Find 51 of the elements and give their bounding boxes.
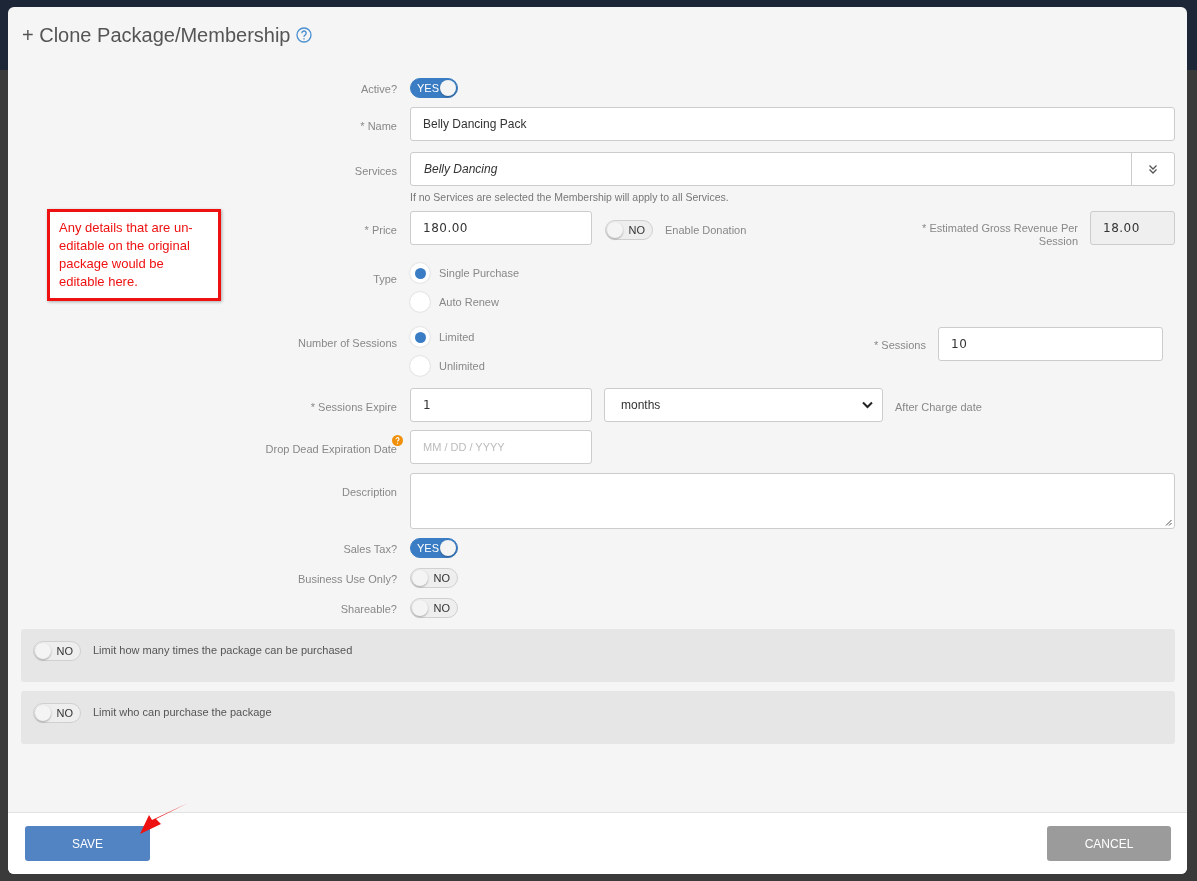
field-label: * Estimated Gross Revenue Per Session — [921, 222, 1078, 248]
field-label: Sales Tax? — [343, 542, 397, 555]
services-hint: If no Services are selected the Membership will apply to all Services. — [410, 191, 730, 203]
description-field[interactable] — [410, 473, 1175, 529]
annotation-callout: Any details that are un-editable on the original package would be editable here. — [47, 209, 221, 301]
field-label: Active? — [360, 82, 397, 95]
limit-toggle[interactable]: NO — [33, 641, 81, 661]
radio-button[interactable] — [410, 292, 430, 312]
radio-label: Auto Renew — [439, 296, 499, 308]
name-field[interactable]: Belly Dancing Pack — [410, 107, 1175, 141]
field-label: * Sessions — [874, 338, 926, 351]
radio-button[interactable] — [410, 263, 430, 283]
field-label: * Name — [360, 120, 397, 132]
dialog-title: + Clone Package/Membership — [22, 23, 291, 47]
limit-label: Limit who can purchase the package — [93, 706, 272, 718]
expire-field[interactable]: 1 — [410, 388, 592, 422]
field-label: * Price — [364, 224, 397, 236]
field-label: * Sessions Expire — [310, 401, 397, 413]
donation-toggle[interactable]: NO — [605, 220, 653, 240]
field-label: Business Use Only? — [297, 572, 397, 585]
field-label: Drop Dead Expiration Date — [265, 443, 397, 455]
active-toggle[interactable]: YES — [410, 78, 458, 98]
unit-select[interactable]: months — [604, 388, 883, 422]
field-label: Shareable? — [340, 602, 397, 615]
field-label: Services — [354, 165, 397, 177]
help-icon[interactable] — [296, 27, 313, 43]
radio-label: Unlimited — [439, 360, 485, 372]
revenue-field: 18.00 — [1090, 211, 1175, 245]
services-select[interactable]: Belly Dancing — [410, 152, 1175, 186]
donation-label: Enable Donation — [665, 224, 747, 236]
price-field[interactable]: 180.00 — [410, 211, 592, 245]
double-chevron-icon — [1148, 164, 1158, 174]
switch-toggle[interactable]: YES — [410, 538, 458, 558]
date-field[interactable]: MM / DD / YYYY — [410, 430, 592, 464]
switch-toggle[interactable]: NO — [410, 568, 458, 588]
save-button[interactable]: SAVE — [25, 826, 150, 861]
after-label: After Charge date — [895, 401, 982, 413]
resize-grip-icon[interactable] — [1165, 519, 1172, 526]
chevron-down-icon — [862, 401, 873, 409]
radio-label: Limited — [439, 331, 475, 343]
field-label: Description — [341, 486, 397, 498]
switch-toggle[interactable]: NO — [410, 598, 458, 618]
sessions-field[interactable]: 10 — [938, 327, 1163, 361]
info-badge-icon[interactable] — [392, 435, 403, 446]
limit-label: Limit how many times the package can be purchased — [93, 644, 353, 656]
field-label: Type — [373, 273, 397, 285]
limit-toggle[interactable]: NO — [33, 703, 81, 723]
radio-button[interactable] — [410, 327, 430, 347]
field-label: Number of Sessions — [297, 337, 397, 349]
radio-button[interactable] — [410, 356, 430, 376]
radio-label: Single Purchase — [439, 267, 520, 279]
